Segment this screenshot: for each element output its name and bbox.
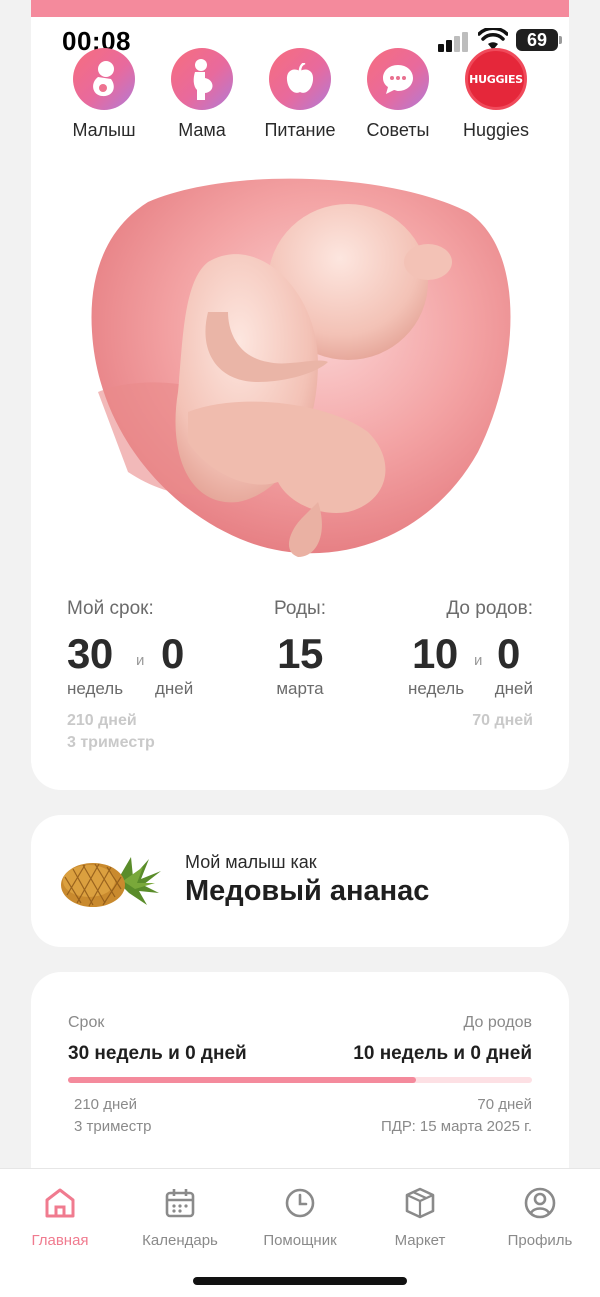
progress-right-value: 10 недель и 0 дней — [353, 1043, 532, 1064]
baby-size-caption: Мой малыш как — [185, 852, 317, 872]
tab-calendar[interactable]: Календарь — [120, 1185, 240, 1249]
calendar-icon — [165, 1189, 195, 1218]
baby-icon — [73, 48, 135, 110]
huggies-logo: HUGGIES — [465, 48, 527, 110]
category-label: Мама — [178, 120, 226, 140]
category-label: Huggies — [462, 120, 530, 140]
progress-left-label: Срок — [68, 1014, 105, 1031]
pineapple-image — [61, 857, 161, 907]
progress-right-days: 70 дней — [477, 1096, 532, 1113]
term-weeks-unit: недель — [67, 679, 124, 698]
category-label: Советы — [366, 120, 430, 140]
baby-size-card[interactable]: Мой малыш как Медовый ананас — [31, 815, 569, 947]
until-label: До родов: — [446, 598, 533, 619]
profile-icon — [524, 1187, 556, 1219]
until-and: и — [474, 652, 483, 669]
progress-right-label: До родов — [463, 1014, 532, 1031]
tab-profile[interactable]: Профиль — [480, 1185, 600, 1249]
tab-label: Помощник — [263, 1232, 337, 1249]
term-trimester: 3 триместр — [67, 734, 155, 751]
header-pink-strip — [31, 0, 569, 17]
term-weeks: 30 — [67, 630, 113, 677]
category-mom[interactable]: Мама — [152, 48, 252, 141]
category-label: Малыш — [72, 120, 136, 140]
tab-market[interactable]: Маркет — [360, 1185, 480, 1249]
progress-left-trimester: 3 триместр — [74, 1118, 152, 1135]
progress-left-days: 210 дней — [74, 1096, 137, 1113]
birth-day: 15 — [277, 630, 323, 677]
until-days: 0 — [497, 630, 520, 677]
pregnancy-stats: Мой срок: 30 и 0 недель дней 210 дней 3 … — [0, 598, 600, 768]
progress-card: Срок До родов 30 недель и 0 дней 10 неде… — [31, 972, 569, 1172]
tab-home[interactable]: Главная — [0, 1185, 120, 1249]
term-days: 0 — [161, 630, 184, 677]
box-icon — [405, 1187, 435, 1219]
due-date: ПДР: 15 марта 2025 г. — [380, 1118, 532, 1135]
progress-left-value: 30 недель и 0 дней — [68, 1043, 247, 1064]
chat-bubble-icon — [367, 48, 429, 110]
birth-month: марта — [276, 679, 324, 698]
until-total-days: 70 дней — [472, 712, 533, 729]
category-baby[interactable]: Малыш — [54, 48, 154, 141]
fetus-illustration — [91, 178, 511, 557]
tab-assistant[interactable]: Помощник — [240, 1185, 360, 1249]
category-row: Малыш Мама Питание Советы HUGGIES Huggie… — [0, 48, 600, 148]
term-days-unit: дней — [155, 679, 194, 698]
tab-label: Профиль — [507, 1232, 573, 1249]
category-huggies[interactable]: HUGGIES Huggies — [446, 48, 546, 141]
term-and: и — [136, 652, 145, 669]
birth-label: Роды: — [273, 598, 326, 619]
tab-label: Главная — [31, 1232, 89, 1249]
until-weeks-unit: недель — [408, 679, 465, 698]
tab-label: Маркет — [394, 1232, 446, 1249]
until-weeks: 10 — [412, 630, 458, 677]
category-nutrition[interactable]: Питание — [250, 48, 350, 141]
home-indicator — [193, 1277, 407, 1285]
home-icon — [45, 1188, 75, 1218]
category-label: Питание — [264, 120, 336, 140]
category-tips[interactable]: Советы — [348, 48, 448, 141]
term-total-days: 210 дней — [67, 712, 137, 729]
huggies-logo-text: HUGGIES — [469, 72, 523, 86]
term-label: Мой срок: — [67, 598, 154, 619]
apple-icon — [269, 48, 331, 110]
pregnant-mother-icon — [171, 48, 233, 110]
until-days-unit: дней — [494, 679, 533, 698]
baby-size-fruit-name: Медовый ананас — [185, 875, 430, 907]
progress-bar-fill — [68, 1077, 416, 1083]
pregnancy-progress-bar — [68, 1077, 532, 1083]
clock-icon — [285, 1188, 315, 1218]
tab-label: Календарь — [142, 1232, 218, 1249]
